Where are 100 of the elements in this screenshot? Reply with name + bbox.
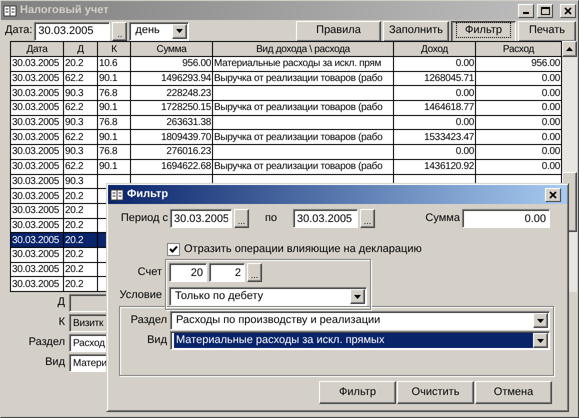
- column-header[interactable]: Расход: [476, 42, 562, 56]
- table-cell: 10.6: [98, 56, 130, 72]
- caret-icon[interactable]: [537, 318, 544, 323]
- table-cell: 956.00: [476, 56, 562, 72]
- table-cell: 0.00: [476, 100, 562, 116]
- table-cell: 30.03.2005: [10, 115, 64, 130]
- field-label: Вид: [146, 334, 167, 348]
- table-cell: 20.2: [64, 188, 98, 204]
- column-header[interactable]: Сумма: [130, 42, 212, 56]
- date-field[interactable]: 30.03.2005: [293, 209, 358, 228]
- date-label: Дата:: [5, 24, 32, 38]
- column-header[interactable]: Д: [64, 42, 98, 56]
- dialog-button[interactable]: Очистить: [397, 381, 474, 404]
- dropdown[interactable]: Материальные расходы за искл. прямых: [170, 331, 550, 350]
- table-cell: Выручка от реализации товаров (рабо: [212, 159, 394, 174]
- dialog-button[interactable]: Отмена: [475, 381, 552, 404]
- field-label: по: [264, 212, 278, 226]
- subaccount-field[interactable]: 2: [209, 263, 245, 282]
- table-cell: 20.2: [64, 232, 98, 248]
- close-button[interactable]: [545, 188, 561, 202]
- table-cell: 0.00: [476, 130, 562, 145]
- column-header[interactable]: Вид дохода \ расхода: [212, 42, 394, 56]
- toolbar-button[interactable]: Заполнить: [383, 20, 449, 42]
- field-label: Счет: [138, 266, 162, 280]
- table-cell: 263631.38: [130, 115, 212, 130]
- table-cell: 90.3: [64, 174, 98, 189]
- table-cell: 1533423.47: [394, 130, 476, 145]
- dialog-button[interactable]: Фильтр: [319, 381, 396, 404]
- field-label: Сумма: [425, 212, 460, 226]
- browse-button[interactable]: ...: [360, 209, 375, 228]
- table-cell: 30.03.2005: [10, 159, 64, 174]
- table-cell: 1728250.15: [130, 100, 212, 116]
- date-field[interactable]: 30.03.2005: [34, 22, 110, 40]
- account-field[interactable]: 20: [169, 263, 207, 282]
- table-cell: 0.00: [394, 56, 476, 72]
- table-cell: 90.1: [98, 100, 130, 116]
- table-cell: 30.03.2005: [10, 188, 64, 204]
- column-header[interactable]: Дата: [10, 42, 64, 56]
- toolbar-button[interactable]: Правила: [296, 20, 381, 42]
- browse-button[interactable]: ..: [112, 22, 128, 40]
- table-cell: 90.3: [64, 86, 98, 101]
- period-dropdown[interactable]: день: [129, 22, 190, 40]
- table-cell: 1809439.70: [130, 130, 212, 145]
- browse-button[interactable]: ...: [234, 209, 249, 228]
- close-icon: [549, 190, 557, 198]
- table-cell: 1694622.68: [130, 159, 212, 174]
- table-cell: 1436120.92: [394, 159, 476, 174]
- scroll-up-icon[interactable]: [566, 47, 573, 51]
- table-cell: 90.1: [98, 71, 130, 86]
- table-cell: 30.03.2005: [10, 86, 64, 101]
- table-cell: 0.00: [476, 86, 562, 101]
- toolbar-button[interactable]: Печать: [518, 20, 576, 42]
- table-cell: 276016.23: [130, 144, 212, 160]
- field-label: Период с: [120, 212, 168, 226]
- caret-icon[interactable]: [354, 294, 361, 299]
- table-cell: 0.00: [394, 86, 476, 101]
- dialog-title: Фильтр: [127, 188, 170, 202]
- table-cell: 76.8: [98, 115, 130, 130]
- amount-field[interactable]: 0.00: [462, 209, 550, 228]
- field-label: Вид: [44, 356, 65, 370]
- maximize-button[interactable]: [537, 4, 553, 18]
- toolbar-button[interactable]: Фильтр: [451, 20, 516, 42]
- table-cell: 30.03.2005: [10, 262, 64, 277]
- table-cell: 0.00: [476, 115, 562, 130]
- table-cell: 62.2: [64, 100, 98, 116]
- table-cell: Выручка от реализации товаров (рабо: [212, 100, 394, 116]
- table-cell: 30.03.2005: [10, 144, 64, 160]
- close-button[interactable]: [560, 4, 576, 18]
- browse-button[interactable]: ...: [247, 263, 262, 282]
- table-cell: 30.03.2005: [10, 247, 64, 262]
- minimize-button[interactable]: [518, 4, 534, 18]
- dropdown[interactable]: Расходы по производству и реализации: [170, 311, 550, 330]
- table-cell: 0.00: [394, 115, 476, 130]
- table-cell: 30.03.2005: [10, 56, 64, 72]
- book-icon: [3, 4, 17, 18]
- table-cell: Выручка от реализации товаров (рабо: [212, 130, 394, 145]
- column-header[interactable]: К: [98, 42, 130, 56]
- checkbox[interactable]: [167, 243, 180, 256]
- table-cell: 62.2: [64, 71, 98, 86]
- caret-icon[interactable]: [537, 338, 544, 343]
- table-cell: 62.2: [64, 159, 98, 174]
- table-cell: 228248.23: [130, 86, 212, 101]
- table-cell: 30.03.2005: [10, 203, 64, 218]
- table-cell: 1268045.71: [394, 71, 476, 86]
- column-header[interactable]: Доход: [394, 42, 476, 56]
- table-cell: 956.00: [130, 56, 212, 72]
- caret-icon[interactable]: [176, 29, 184, 33]
- table-cell: 90.1: [98, 130, 130, 145]
- field-label: Условие: [119, 289, 162, 303]
- table-cell: 30.03.2005: [10, 276, 64, 292]
- condition-dropdown[interactable]: Только по дебету: [169, 287, 367, 306]
- table-cell: 90.1: [98, 159, 130, 174]
- table-cell: 0.00: [476, 144, 562, 160]
- table-cell: 30.03.2005: [10, 174, 64, 189]
- table-cell: 20.2: [64, 203, 98, 218]
- table-cell: 20.2: [64, 247, 98, 262]
- table-cell: 76.8: [98, 86, 130, 101]
- table-cell: 90.3: [64, 144, 98, 160]
- table-cell: Выручка от реализации товаров (рабо: [212, 71, 394, 86]
- table-cell: 0.00: [394, 144, 476, 160]
